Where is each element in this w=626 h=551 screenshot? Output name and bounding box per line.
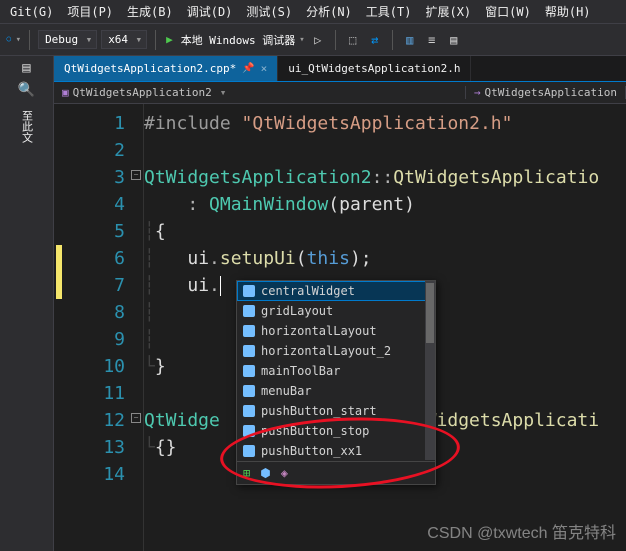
tab-inactive-header[interactable]: ui_QtWidgetsApplication2.h bbox=[278, 56, 471, 81]
completion-item[interactable]: pushButton_stop bbox=[237, 421, 435, 441]
play-outline-icon[interactable]: ▷ bbox=[309, 31, 327, 49]
member-icon bbox=[243, 285, 255, 297]
menu-item-git[interactable]: Git(G) bbox=[10, 5, 53, 19]
completion-item[interactable]: pushButton_start bbox=[237, 401, 435, 421]
menu-item-window[interactable]: 窗口(W) bbox=[485, 3, 531, 20]
separator bbox=[29, 30, 30, 50]
text-cursor bbox=[220, 276, 221, 296]
config-dropdown[interactable]: Debug bbox=[38, 30, 97, 49]
member-icon bbox=[243, 345, 255, 357]
toolbar-icon-3[interactable]: ▥ bbox=[401, 31, 419, 49]
member-icon bbox=[243, 365, 255, 377]
menu-item-build[interactable]: 生成(B) bbox=[127, 3, 173, 20]
scope-dropdown[interactable]: ▣ QtWidgetsApplication2 bbox=[54, 86, 466, 99]
sidebar-tab-tohere[interactable]: 至此文 bbox=[17, 104, 37, 149]
completion-item[interactable]: horizontalLayout bbox=[237, 321, 435, 341]
fold-icon[interactable]: − bbox=[131, 413, 141, 423]
member-icon bbox=[243, 325, 255, 337]
nav-back-icon[interactable]: ◦ ▾ bbox=[4, 30, 21, 49]
change-mark bbox=[56, 272, 62, 299]
completion-item[interactable]: centralWidget bbox=[237, 281, 435, 301]
completion-item[interactable]: menuBar bbox=[237, 381, 435, 401]
member-label: QtWidgetsApplication bbox=[485, 86, 617, 99]
start-debug-button[interactable]: 本地 Windows 调试器 bbox=[181, 32, 296, 48]
filter-icon-2[interactable]: ⬢ bbox=[260, 466, 270, 480]
toolbar-icon-1[interactable]: ⬚ bbox=[344, 31, 362, 49]
menu-item-help[interactable]: 帮助(H) bbox=[545, 3, 591, 20]
watermark: CSDN @txwtech 笛克特科 bbox=[427, 519, 616, 543]
pin-icon[interactable]: 📌 bbox=[242, 63, 254, 74]
menu-item-test[interactable]: 测试(S) bbox=[246, 3, 292, 20]
editor-tabstrip: QtWidgetsApplication2.cpp* 📌 × ui_QtWidg… bbox=[54, 56, 626, 82]
completion-item[interactable]: pushButton_xx1 bbox=[237, 441, 435, 461]
platform-dropdown[interactable]: x64 bbox=[101, 30, 147, 49]
menu-item-debug[interactable]: 调试(D) bbox=[187, 3, 233, 20]
play-icon[interactable]: ▶ bbox=[166, 33, 173, 46]
separator bbox=[335, 30, 336, 50]
member-icon bbox=[243, 405, 255, 417]
member-icon bbox=[243, 425, 255, 437]
sidebar-icon-search[interactable]: 🔍 bbox=[18, 82, 35, 98]
tab-label: QtWidgetsApplication2.cpp* bbox=[64, 62, 236, 75]
menu-item-project[interactable]: 项目(P) bbox=[67, 3, 113, 20]
member-icon bbox=[243, 385, 255, 397]
intellisense-footer: ⊞ ⬢ ◈ bbox=[237, 461, 435, 484]
main-toolbar: ◦ ▾ Debug x64 ▶ 本地 Windows 调试器 ▾ ▷ ⬚ ⇄ ▥… bbox=[0, 24, 626, 56]
change-mark bbox=[56, 245, 62, 272]
completion-item[interactable]: horizontalLayout_2 bbox=[237, 341, 435, 361]
separator bbox=[155, 30, 156, 50]
menu-item-analyze[interactable]: 分析(N) bbox=[306, 3, 352, 20]
toolbar-icon-4[interactable]: ≡ bbox=[423, 31, 441, 49]
main-menu-bar: Git(G) 项目(P) 生成(B) 调试(D) 测试(S) 分析(N) 工具(… bbox=[0, 0, 626, 24]
toolbar-icon-5[interactable]: ▤ bbox=[445, 31, 463, 49]
intellisense-popup: centralWidget gridLayout horizontalLayou… bbox=[236, 280, 436, 485]
left-sidebar: ▤ 🔍 至此文 bbox=[0, 56, 54, 551]
intellisense-scrollbar[interactable] bbox=[425, 281, 435, 460]
completion-item[interactable]: mainToolBar bbox=[237, 361, 435, 381]
separator bbox=[392, 30, 393, 50]
member-icon bbox=[243, 305, 255, 317]
member-icon bbox=[243, 445, 255, 457]
filter-icon-1[interactable]: ⊞ bbox=[243, 466, 250, 480]
filter-icon-3[interactable]: ◈ bbox=[281, 466, 288, 480]
menu-item-extensions[interactable]: 扩展(X) bbox=[425, 3, 471, 20]
member-dropdown[interactable]: → QtWidgetsApplication bbox=[466, 86, 626, 99]
tab-label: ui_QtWidgetsApplication2.h bbox=[288, 62, 460, 75]
completion-item[interactable]: gridLayout bbox=[237, 301, 435, 321]
sidebar-icon-database[interactable]: ▤ bbox=[22, 60, 30, 76]
toolbar-icon-2[interactable]: ⇄ bbox=[366, 31, 384, 49]
code-navbar: ▣ QtWidgetsApplication2 → QtWidgetsAppli… bbox=[54, 82, 626, 104]
scope-label: QtWidgetsApplication2 bbox=[73, 86, 212, 99]
tab-active-source[interactable]: QtWidgetsApplication2.cpp* 📌 × bbox=[54, 56, 278, 81]
line-gutter: 1 2 −3 4 5 6 7 8 9 10 11 −12 13 14 bbox=[54, 104, 144, 551]
fold-icon[interactable]: − bbox=[131, 170, 141, 180]
menu-item-tools[interactable]: 工具(T) bbox=[366, 3, 412, 20]
close-icon[interactable]: × bbox=[261, 62, 268, 75]
